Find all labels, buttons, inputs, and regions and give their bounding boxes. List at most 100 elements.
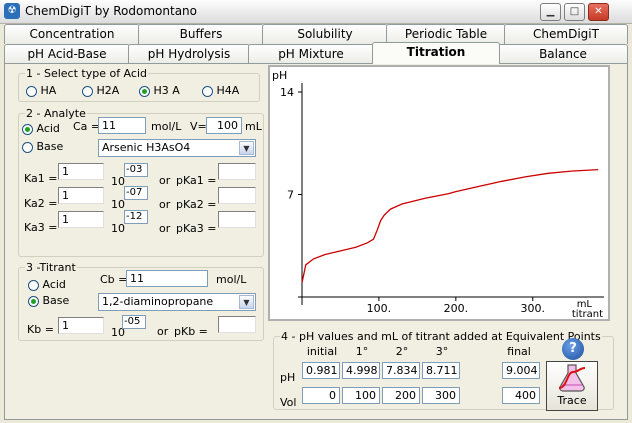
pka2-input[interactable]	[218, 187, 256, 204]
y-tick-label: 14	[280, 86, 294, 99]
radio-h4a[interactable]: H4A	[202, 84, 239, 97]
radio-ha-label: HA	[40, 84, 57, 97]
trace-button-label: Trace	[557, 394, 587, 407]
radio-analyte-acid-label: Acid	[36, 122, 60, 135]
acid-type-legend: 1 - Select type of Acid	[26, 67, 147, 80]
pkb-label: pKb =	[174, 325, 208, 338]
ka1-label: Ka1 =	[24, 172, 58, 185]
analyte-compound-value: Arsenic H3AsO4	[102, 141, 191, 154]
tab-buffers[interactable]: Buffers	[138, 24, 264, 44]
vol-third-value: 300	[422, 387, 460, 404]
ka1-base: 10	[111, 175, 125, 188]
radio-titrant-acid[interactable]: Acid	[28, 278, 66, 291]
ph-initial-value: 0.981	[302, 362, 340, 379]
tab-ph-acid-base[interactable]: pH Acid-Base	[4, 44, 130, 64]
ph-row-label: pH	[280, 371, 296, 384]
vol-initial-value: 0	[302, 387, 340, 404]
radio-h2a[interactable]: H2A	[82, 84, 119, 97]
ca-input[interactable]: 11	[98, 117, 146, 134]
kb-exponent[interactable]: -05	[122, 315, 146, 329]
tab-balance[interactable]: Balance	[498, 44, 628, 64]
tab-periodic-table[interactable]: Periodic Table	[386, 24, 506, 44]
radio-analyte-base-label: Base	[36, 140, 64, 153]
radio-ha[interactable]: HA	[26, 84, 56, 97]
kb-input[interactable]: 1	[58, 317, 104, 334]
kb-label: Kb =	[27, 323, 54, 336]
tab-titration[interactable]: Titration	[372, 42, 500, 64]
pka3-input[interactable]	[218, 211, 256, 228]
ka1-input[interactable]: 1	[58, 163, 104, 180]
pkb-input[interactable]	[218, 316, 256, 333]
radio-h4a-label: H4A	[216, 84, 240, 97]
ph-first-value: 4.998	[342, 362, 380, 379]
ka3-exponent[interactable]: -12	[124, 210, 148, 224]
help-button[interactable]: ?	[562, 338, 584, 360]
tab-concentration[interactable]: Concentration	[4, 24, 140, 44]
titration-curve-plot: pHmLtitrant147100. 200. 300.	[272, 69, 604, 320]
radio-analyte-acid[interactable]: Acid	[22, 122, 60, 135]
radio-h4a-circle[interactable]	[202, 85, 213, 97]
titrant-compound-value: 1,2-diaminopropane	[102, 295, 214, 308]
help-icon: ?	[569, 341, 577, 356]
x-tick-label: 200.	[444, 302, 469, 315]
titrant-legend: 3 -Titrant	[26, 261, 76, 274]
radio-analyte-acid-circle[interactable]	[22, 123, 33, 135]
chevron-down-icon[interactable]: ▼	[239, 295, 254, 309]
ph-second-value: 7.834	[382, 362, 420, 379]
ka2-exponent[interactable]: -07	[124, 186, 148, 200]
titration-chart: pH mL titrant 14 7 100. 200. 300.	[268, 65, 610, 321]
pka1-input[interactable]	[218, 163, 256, 180]
titration-curve-line	[301, 168, 599, 283]
volume-unit: mL	[245, 120, 262, 133]
ca-unit: mol/L	[151, 120, 182, 133]
x-axis-label-unit: titrant	[572, 309, 603, 319]
radio-titrant-acid-circle[interactable]	[28, 279, 39, 291]
ka2-label: Ka2 =	[24, 197, 58, 210]
ka1-exponent[interactable]: -03	[124, 163, 148, 177]
ka1-or: or	[159, 174, 171, 187]
volume-label: V=	[190, 120, 207, 133]
title-bar: ☢ ChemDigiT by Rodomontano ▁ □ ✕	[0, 0, 632, 24]
maximize-button[interactable]: □	[564, 3, 585, 21]
volume-input[interactable]: 100	[206, 117, 242, 134]
radio-titrant-base-circle[interactable]	[28, 295, 39, 307]
vol-row-label: Vol	[280, 396, 297, 409]
trace-button[interactable]: Trace	[546, 361, 598, 411]
minimize-button[interactable]: ▁	[540, 3, 561, 21]
radio-ha-circle[interactable]	[26, 85, 37, 97]
header-initial: initial	[306, 345, 338, 358]
ph-third-value: 8.711	[422, 362, 460, 379]
vol-first-value: 100	[342, 387, 380, 404]
tab-ph-hydrolysis[interactable]: pH Hydrolysis	[128, 44, 250, 64]
close-button[interactable]: ✕	[588, 3, 609, 21]
y-axis-label: pH	[272, 69, 287, 82]
y-tick-label: 7	[287, 189, 294, 202]
cb-input[interactable]: 11	[126, 270, 208, 287]
ka3-input[interactable]: 1	[58, 211, 104, 228]
ka3-base: 10	[111, 222, 125, 235]
radio-analyte-base-circle[interactable]	[22, 141, 33, 153]
vol-second-value: 200	[382, 387, 420, 404]
tab-ph-mixture[interactable]: pH Mixture	[248, 44, 374, 64]
ka2-input[interactable]: 1	[58, 187, 104, 204]
radio-analyte-base[interactable]: Base	[22, 140, 63, 153]
radio-titrant-acid-label: Acid	[42, 278, 66, 291]
ka3-or: or	[159, 222, 171, 235]
radio-titrant-base[interactable]: Base	[28, 294, 69, 307]
radio-h3a-label: H3 A	[153, 84, 180, 97]
kb-or: or	[157, 325, 169, 338]
radio-h3a-circle[interactable]	[139, 85, 150, 97]
cb-label: Cb =	[100, 273, 128, 286]
radio-h2a-circle[interactable]	[82, 85, 93, 97]
analyte-compound-select[interactable]: Arsenic H3AsO4 ▼	[98, 139, 256, 157]
x-tick-label: 300.	[521, 302, 546, 315]
chevron-down-icon[interactable]: ▼	[239, 141, 254, 155]
tab-chemdigit[interactable]: ChemDigiT	[504, 24, 628, 44]
header-final: final	[507, 345, 531, 358]
radio-titrant-base-label: Base	[42, 294, 70, 307]
radio-h3a[interactable]: H3 A	[139, 84, 180, 97]
ph-final-value: 9.004	[502, 362, 540, 379]
titrant-compound-select[interactable]: 1,2-diaminopropane ▼	[98, 293, 256, 311]
equivalent-points-legend: 4 - pH values and mL of titrant added at…	[281, 330, 601, 343]
tab-solubility[interactable]: Solubility	[262, 24, 388, 44]
